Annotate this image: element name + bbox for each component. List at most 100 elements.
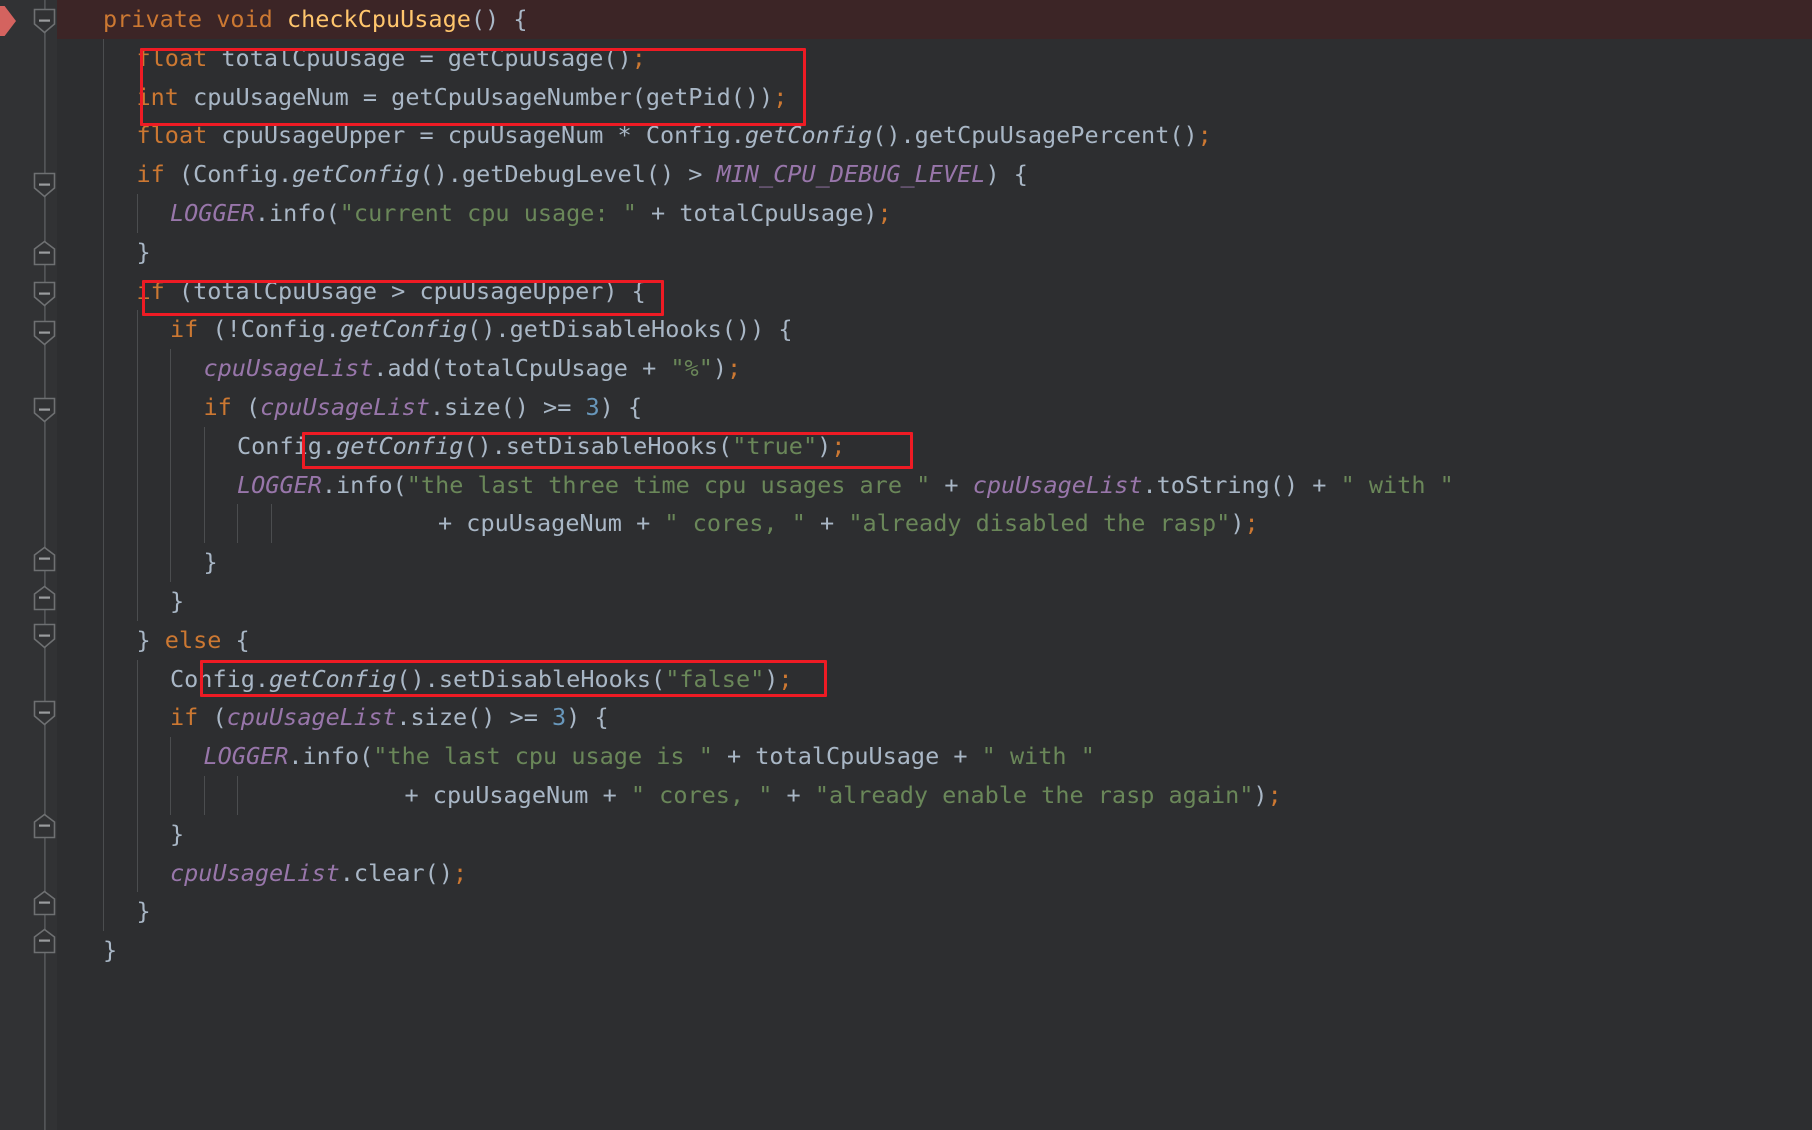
code-line[interactable]: LOGGER.info("the last cpu usage is " + t… bbox=[57, 737, 1812, 776]
code-token: LOGGER bbox=[170, 198, 255, 227]
code-line[interactable]: float totalCpuUsage = getCpuUsage(); bbox=[57, 38, 1812, 78]
fold-start-icon[interactable] bbox=[33, 700, 56, 726]
indent-guide bbox=[103, 116, 104, 156]
code-line[interactable]: if (cpuUsageList.size() >= 3) { bbox=[57, 698, 1812, 738]
fold-end-icon[interactable] bbox=[33, 240, 56, 266]
code-content[interactable]: private void checkCpuUsage() {float tota… bbox=[57, 0, 1812, 1130]
code-token: (!Config. bbox=[198, 315, 340, 344]
code-token: + bbox=[930, 470, 973, 499]
code-line[interactable]: } bbox=[57, 543, 1812, 582]
code-line[interactable]: float cpuUsageUpper = cpuUsageNum * Conf… bbox=[57, 116, 1812, 156]
code-line[interactable]: } else { bbox=[57, 620, 1812, 660]
indent-guide bbox=[103, 581, 104, 621]
code-token: + bbox=[805, 509, 849, 538]
code-token: Config. bbox=[237, 431, 337, 460]
fold-end-icon[interactable] bbox=[33, 928, 56, 954]
fold-start-icon[interactable] bbox=[33, 397, 56, 423]
indent-guide bbox=[203, 426, 205, 466]
indent-guide bbox=[136, 193, 138, 233]
indent-guide bbox=[103, 659, 104, 699]
indent-guide bbox=[136, 853, 138, 893]
indent-guide bbox=[136, 543, 138, 582]
code-token: 3 bbox=[552, 703, 567, 732]
code-token: if bbox=[136, 276, 165, 305]
fold-end-icon[interactable] bbox=[33, 813, 56, 839]
code-line[interactable]: } bbox=[57, 814, 1812, 854]
code-line[interactable]: } bbox=[57, 232, 1812, 272]
code-token: .size() >= bbox=[396, 703, 553, 732]
code-token: () { bbox=[470, 5, 528, 33]
code-token: LOGGER bbox=[237, 470, 322, 499]
indent-guide bbox=[170, 426, 171, 466]
code-token: float bbox=[136, 121, 208, 150]
indent-guide bbox=[170, 775, 171, 815]
code-token: ; bbox=[877, 198, 892, 227]
indent-guide bbox=[103, 620, 104, 660]
fold-start-icon[interactable] bbox=[33, 320, 56, 346]
code-token: + cpuUsageNum + bbox=[404, 780, 631, 809]
run-arrow-icon[interactable] bbox=[0, 6, 16, 36]
code-line[interactable]: if (totalCpuUsage > cpuUsageUpper) { bbox=[57, 271, 1812, 311]
code-line[interactable]: if (!Config.getConfig().getDisableHooks(… bbox=[57, 310, 1812, 350]
code-line[interactable]: LOGGER.info("the last three time cpu usa… bbox=[57, 465, 1812, 505]
code-token: } bbox=[136, 237, 151, 266]
fold-end-icon[interactable] bbox=[33, 890, 56, 916]
indent-guide bbox=[170, 543, 171, 582]
code-line[interactable]: if (Config.getConfig().getDebugLevel() >… bbox=[57, 155, 1812, 194]
code-token: ) { bbox=[566, 703, 609, 732]
code-line[interactable]: + cpuUsageNum + " cores, " + "already di… bbox=[57, 504, 1812, 544]
indent-guide bbox=[136, 310, 138, 350]
code-token: ().setDisableHooks( bbox=[396, 664, 666, 693]
code-line[interactable]: } bbox=[57, 931, 1812, 970]
code-line[interactable]: if (cpuUsageList.size() >= 3) { bbox=[57, 387, 1812, 427]
editor-gutter[interactable] bbox=[0, 0, 57, 1130]
code-token: cpuUsageList bbox=[170, 858, 340, 887]
indent-guide bbox=[136, 581, 138, 621]
code-token: ; bbox=[1197, 121, 1212, 150]
code-token: cpuUsageList bbox=[203, 354, 374, 383]
code-token: "already enable the rasp again" bbox=[814, 780, 1254, 809]
code-token: getConfig bbox=[339, 315, 468, 344]
indent-guide bbox=[270, 504, 272, 544]
code-token: } bbox=[136, 897, 151, 926]
fold-start-icon[interactable] bbox=[33, 8, 56, 34]
code-line[interactable]: + cpuUsageNum + " cores, " + "already en… bbox=[57, 775, 1812, 815]
code-token: getConfig bbox=[292, 160, 420, 189]
code-line[interactable]: int cpuUsageNum = getCpuUsageNumber(getP… bbox=[57, 77, 1812, 117]
indent-guide bbox=[103, 387, 104, 427]
code-line[interactable]: } bbox=[57, 892, 1812, 932]
code-line[interactable]: Config.getConfig().setDisableHooks("true… bbox=[57, 426, 1812, 466]
code-token: ; bbox=[831, 431, 846, 460]
code-token: ) bbox=[817, 431, 832, 460]
code-token: + totalCpuUsage) bbox=[636, 198, 878, 227]
indent-guide bbox=[170, 737, 171, 776]
code-token: " with " bbox=[981, 742, 1095, 771]
code-token: " cores, " bbox=[630, 780, 773, 809]
code-token: "%" bbox=[670, 354, 713, 383]
code-token: { bbox=[221, 625, 250, 654]
indent-guide bbox=[136, 349, 138, 388]
indent-guide bbox=[103, 543, 104, 582]
code-token: if bbox=[203, 392, 232, 421]
code-line[interactable]: Config.getConfig().setDisableHooks("fals… bbox=[57, 659, 1812, 699]
code-line[interactable]: cpuUsageList.clear(); bbox=[57, 853, 1812, 893]
indent-guide bbox=[103, 232, 104, 272]
fold-start-icon[interactable] bbox=[33, 623, 56, 649]
fold-start-icon[interactable] bbox=[33, 281, 56, 307]
fold-start-icon[interactable] bbox=[33, 172, 56, 198]
code-editor: private void checkCpuUsage() {float tota… bbox=[0, 0, 1812, 1130]
indent-guide bbox=[103, 775, 104, 815]
fold-end-icon[interactable] bbox=[33, 585, 56, 611]
indent-guide bbox=[103, 271, 104, 311]
code-token: float bbox=[136, 43, 208, 72]
code-line[interactable]: } bbox=[57, 581, 1812, 621]
indent-guide bbox=[203, 775, 205, 815]
code-line[interactable]: LOGGER.info("current cpu usage: " + tota… bbox=[57, 193, 1812, 233]
fold-end-icon[interactable] bbox=[33, 546, 56, 572]
code-token: "the last three time cpu usages are " bbox=[406, 470, 931, 499]
code-token: cpuUsageNum = getCpuUsageNumber(getPid()… bbox=[178, 82, 774, 111]
indent-guide bbox=[170, 504, 171, 544]
code-line[interactable]: cpuUsageList.add(totalCpuUsage + "%"); bbox=[57, 349, 1812, 388]
code-line[interactable]: private void checkCpuUsage() { bbox=[57, 0, 1812, 39]
